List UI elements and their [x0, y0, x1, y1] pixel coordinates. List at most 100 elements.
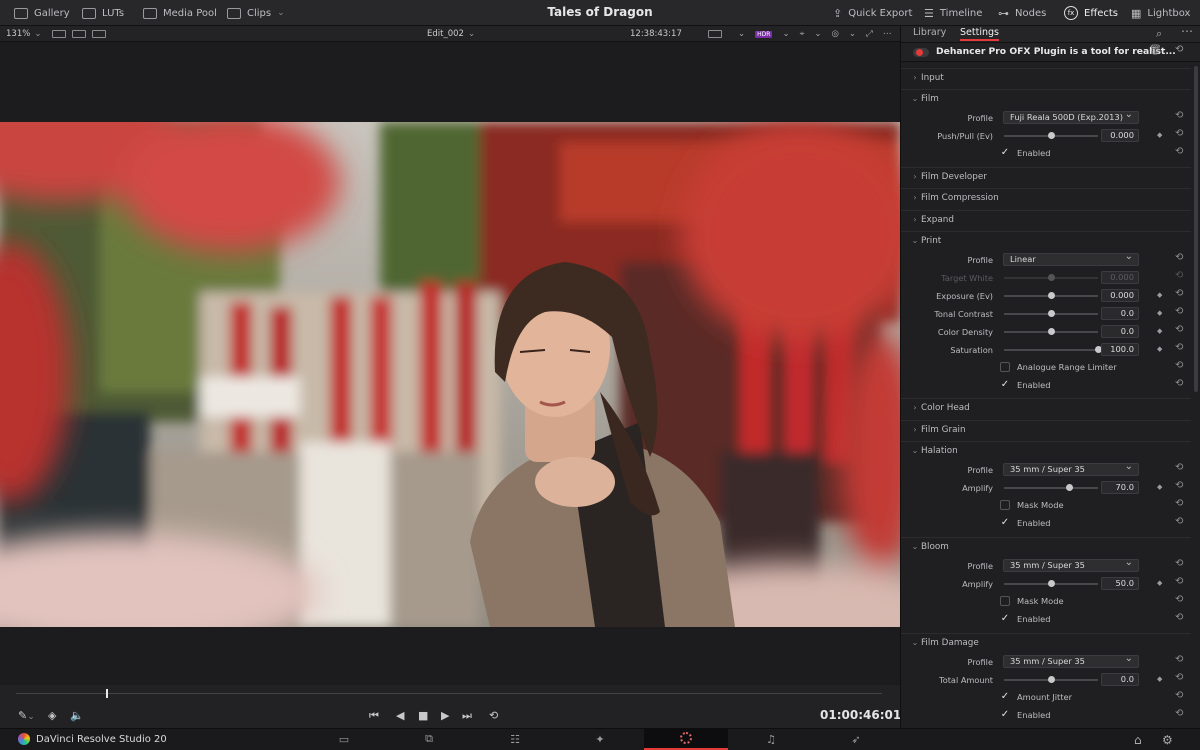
- tonal-contrast-slider[interactable]: [1004, 310, 1098, 317]
- layers-button[interactable]: ◈: [48, 709, 56, 722]
- reset-icon[interactable]: ⟲: [1175, 462, 1183, 473]
- reset-icon[interactable]: ⟲: [1175, 44, 1183, 55]
- gallery-button[interactable]: Gallery: [14, 0, 70, 26]
- dropper-tool[interactable]: ✎⌄: [18, 709, 35, 722]
- section-film-developer[interactable]: › Film Developer: [901, 167, 1191, 185]
- play-button[interactable]: ▶: [441, 709, 449, 722]
- keyframe-icon[interactable]: ◆: [1157, 483, 1162, 491]
- reset-icon[interactable]: ⟲: [1175, 594, 1183, 605]
- reset-icon[interactable]: ⟲: [1175, 128, 1183, 139]
- bloom-mask-checkbox[interactable]: [1000, 596, 1010, 606]
- halation-enabled-checkbox[interactable]: ✓: [1000, 518, 1010, 528]
- page-deliver[interactable]: ➶: [814, 728, 898, 750]
- halation-mask-checkbox[interactable]: [1000, 500, 1010, 510]
- reset-icon[interactable]: ⟲: [1175, 654, 1183, 665]
- analogue-range-checkbox[interactable]: [1000, 362, 1010, 372]
- luts-button[interactable]: LUTs: [82, 0, 124, 26]
- viewer-tools[interactable]: ⌄ HDR ⌄ ⌖ ⌄ ◎ ⌄ ⤢ ⋯: [708, 26, 891, 42]
- section-film[interactable]: ⌄ Film: [901, 89, 1191, 107]
- project-settings-button[interactable]: ⚙: [1162, 733, 1173, 747]
- timeline-scrubber[interactable]: [16, 693, 882, 694]
- stop-button[interactable]: ■: [418, 709, 428, 722]
- reset-icon[interactable]: ⟲: [1175, 342, 1183, 353]
- reset-icon[interactable]: ⟲: [1175, 558, 1183, 569]
- reset-icon[interactable]: ⟲: [1175, 252, 1183, 263]
- exposure-value[interactable]: 0.000: [1101, 289, 1139, 302]
- film-profile-select[interactable]: Fuji Reala 500D (Exp.2013): [1003, 109, 1139, 124]
- loop-button[interactable]: ⟲: [489, 709, 498, 722]
- playhead[interactable]: [105, 689, 108, 698]
- viewer-frame[interactable]: [0, 122, 900, 627]
- halation-profile-select[interactable]: 35 mm / Super 35: [1003, 461, 1139, 476]
- search-icon[interactable]: ⌕: [1156, 27, 1162, 41]
- keyframe-icon[interactable]: ◆: [1157, 675, 1162, 683]
- keyframe-icon[interactable]: ◆: [1157, 291, 1162, 299]
- color-density-value[interactable]: 0.0: [1101, 325, 1139, 338]
- bloom-profile-select[interactable]: 35 mm / Super 35: [1003, 557, 1139, 572]
- page-color[interactable]: [644, 728, 728, 750]
- timeline-button[interactable]: ☰ Timeline: [924, 0, 982, 26]
- slider-knob[interactable]: [1047, 328, 1055, 335]
- reset-icon[interactable]: ⟲: [1175, 672, 1183, 683]
- bloom-amplify-value[interactable]: 50.0: [1101, 577, 1139, 590]
- clips-button[interactable]: Clips ⌄: [227, 0, 285, 26]
- page-media[interactable]: ▭: [302, 728, 386, 750]
- print-enabled-checkbox[interactable]: ✓: [1000, 380, 1010, 390]
- reset-icon[interactable]: ⟲: [1175, 690, 1183, 701]
- reset-icon[interactable]: ⟲: [1175, 516, 1183, 527]
- keyframe-icon[interactable]: ◆: [1157, 345, 1162, 353]
- reset-icon[interactable]: ⟲: [1175, 324, 1183, 335]
- section-print[interactable]: ⌄ Print: [901, 231, 1191, 249]
- page-fairlight[interactable]: ♫: [729, 728, 813, 750]
- reset-icon[interactable]: ⟲: [1175, 480, 1183, 491]
- section-halation[interactable]: ⌄ Halation: [901, 441, 1191, 459]
- slider-knob[interactable]: [1047, 132, 1055, 139]
- viewer-mode-buttons[interactable]: [52, 26, 112, 42]
- saturation-slider[interactable]: [1004, 346, 1102, 353]
- reset-icon[interactable]: ⟲: [1175, 360, 1183, 371]
- reset-icon[interactable]: ⟲: [1175, 306, 1183, 317]
- push-pull-slider[interactable]: [1004, 132, 1098, 139]
- film-enabled-checkbox[interactable]: ✓: [1000, 148, 1010, 158]
- tonal-contrast-value[interactable]: 0.0: [1101, 307, 1139, 320]
- lightbox-button[interactable]: ▦ Lightbox: [1131, 0, 1190, 26]
- clip-name-select[interactable]: Edit_002 ⌄: [427, 26, 475, 42]
- color-density-slider[interactable]: [1004, 328, 1098, 335]
- reset-icon[interactable]: ⟲: [1175, 498, 1183, 509]
- effects-button[interactable]: fx Effects: [1064, 0, 1118, 26]
- quick-export-button[interactable]: ⇪ Quick Export: [833, 0, 912, 26]
- reset-icon[interactable]: ⟲: [1175, 110, 1183, 121]
- section-color-head[interactable]: › Color Head: [901, 398, 1191, 416]
- keyframe-icon[interactable]: ◆: [1157, 309, 1162, 317]
- halation-amplify-value[interactable]: 70.0: [1101, 481, 1139, 494]
- saturation-value[interactable]: 100.0: [1101, 343, 1139, 356]
- go-to-end-button[interactable]: ⏭: [462, 709, 472, 723]
- panel-scrollbar[interactable]: [1194, 66, 1198, 392]
- halation-amplify-slider[interactable]: [1004, 484, 1098, 491]
- plugin-toggle[interactable]: [913, 48, 929, 57]
- total-amount-slider[interactable]: [1004, 676, 1098, 683]
- print-profile-select[interactable]: Linear: [1003, 251, 1139, 266]
- zoom-select[interactable]: 131% ⌄: [6, 26, 41, 42]
- reverse-button[interactable]: ◀: [396, 709, 404, 722]
- trash-icon[interactable]: 🗑: [1149, 45, 1162, 56]
- total-amount-value[interactable]: 0.0: [1101, 673, 1139, 686]
- section-input[interactable]: › Input: [901, 68, 1191, 86]
- reset-icon[interactable]: ⟲: [1175, 288, 1183, 299]
- more-options-icon[interactable]: ⋯: [1181, 24, 1193, 38]
- tab-settings[interactable]: Settings: [960, 27, 999, 41]
- page-edit[interactable]: ☷: [473, 728, 557, 750]
- slider-knob[interactable]: [1047, 310, 1055, 317]
- reset-icon[interactable]: ⟲: [1175, 146, 1183, 157]
- keyframe-icon[interactable]: ◆: [1157, 579, 1162, 587]
- slider-knob[interactable]: [1066, 484, 1074, 491]
- section-expand[interactable]: › Expand: [901, 210, 1191, 228]
- section-film-damage[interactable]: ⌄ Film Damage: [901, 633, 1191, 651]
- push-pull-value[interactable]: 0.000: [1101, 129, 1139, 142]
- damage-enabled-checkbox[interactable]: ✓: [1000, 710, 1010, 720]
- amount-jitter-checkbox[interactable]: ✓: [1000, 692, 1010, 702]
- bloom-enabled-checkbox[interactable]: ✓: [1000, 614, 1010, 624]
- reset-icon[interactable]: ⟲: [1175, 576, 1183, 587]
- slider-knob[interactable]: [1047, 292, 1055, 299]
- slider-knob[interactable]: [1047, 676, 1055, 683]
